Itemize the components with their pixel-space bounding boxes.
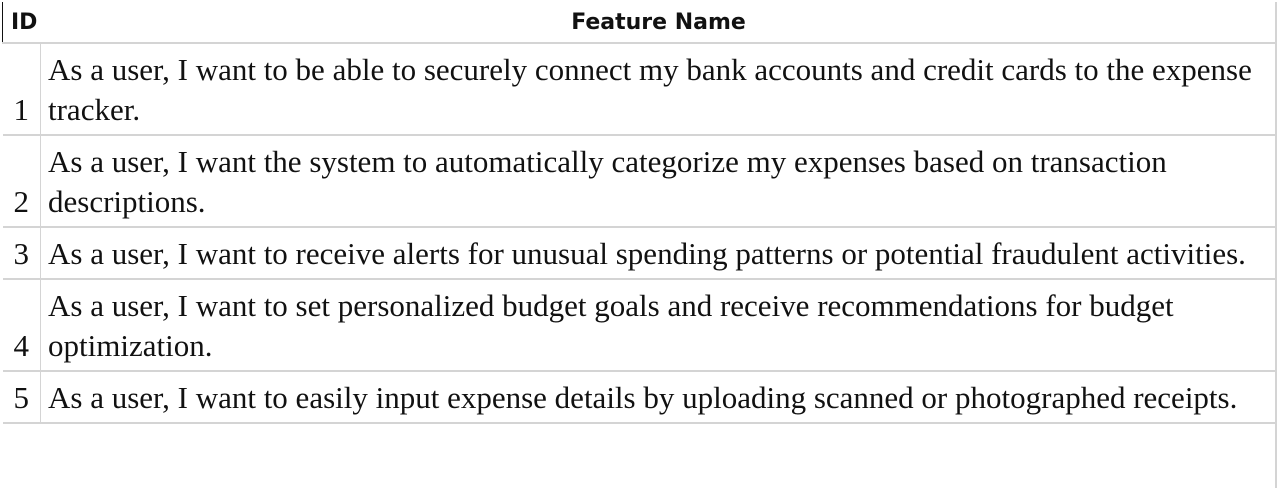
table-row: 1 As a user, I want to be able to secure…: [2, 43, 1277, 136]
row-id: 5: [2, 371, 41, 424]
table-row: 2 As a user, I want the system to automa…: [2, 135, 1277, 228]
feature-table: ID Feature Name 1 As a user, I want to b…: [2, 2, 1277, 424]
header-row: ID Feature Name: [2, 2, 1277, 44]
row-feature-name: As a user, I want to be able to securely…: [40, 43, 1277, 136]
row-feature-name: As a user, I want the system to automati…: [40, 135, 1277, 228]
row-feature-name: As a user, I want to easily input expens…: [40, 371, 1277, 424]
row-feature-name: As a user, I want to set personalized bu…: [40, 279, 1277, 372]
table-row: 3 As a user, I want to receive alerts fo…: [2, 227, 1277, 280]
row-feature-name: As a user, I want to receive alerts for …: [40, 227, 1277, 280]
row-id: 1: [2, 43, 41, 136]
row-id: 4: [2, 279, 41, 372]
row-id: 2: [2, 135, 41, 228]
id-column-header: ID: [2, 2, 41, 44]
row-id: 3: [2, 227, 41, 280]
table-row: 4 As a user, I want to set personalized …: [2, 279, 1277, 372]
table-right-border: [1275, 2, 1277, 488]
table-row: 5 As a user, I want to easily input expe…: [2, 371, 1277, 424]
feature-name-column-header: Feature Name: [40, 2, 1277, 44]
